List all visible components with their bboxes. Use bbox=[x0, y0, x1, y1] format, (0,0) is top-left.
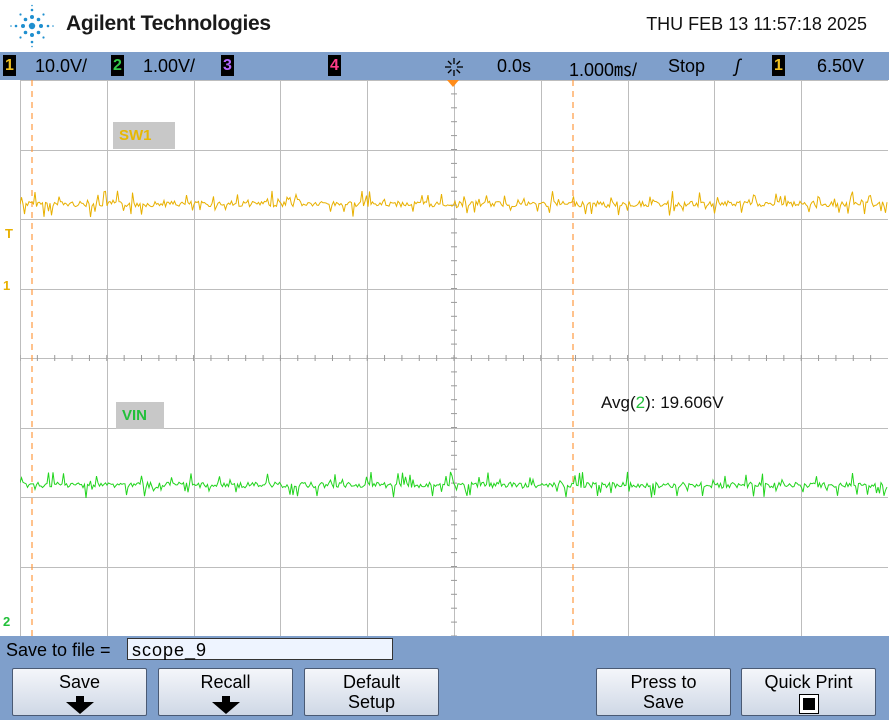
sw1-trace bbox=[20, 190, 888, 218]
channel-4-badge[interactable]: 4 bbox=[328, 55, 341, 76]
run-state: Stop bbox=[668, 56, 706, 76]
save-to-file-label: Save to file = bbox=[6, 640, 111, 660]
trigger-level: 6.50V bbox=[817, 56, 865, 76]
press-to-save-line2: Save bbox=[642, 692, 685, 712]
date-time: THU FEB 13 11:57:18 2025 bbox=[646, 14, 867, 34]
channel-1-ground-marker: 1 bbox=[3, 278, 11, 293]
status-bar: 1 10.0V/ 2 1.00V/ 3 4 0.0s 1.000㎳/ Stop … bbox=[0, 52, 889, 80]
header-bar: Agilent Technologies THU FEB 13 11:57:18… bbox=[0, 0, 889, 52]
channel-2-scale: 1.00V/ bbox=[143, 56, 196, 76]
filename-field[interactable]: scope_9 bbox=[127, 638, 393, 660]
save-button[interactable]: Save bbox=[12, 668, 147, 716]
softkey-panel: Save to file = scope_9 Save Recall Defau… bbox=[0, 636, 889, 720]
trigger-level-marker: T bbox=[5, 226, 13, 241]
waveform-display[interactable]: SW1 VIN bbox=[20, 80, 888, 636]
recall-button[interactable]: Recall bbox=[158, 668, 293, 716]
default-setup-line2: Setup bbox=[347, 692, 396, 712]
recall-down-arrow-icon bbox=[211, 702, 240, 714]
trigger-slope-icon: ʃ bbox=[735, 56, 741, 76]
default-setup-line1: Default bbox=[342, 672, 401, 692]
press-to-save-line1: Press to bbox=[630, 672, 697, 692]
acquisition-sparkle-icon bbox=[445, 58, 463, 76]
channel-3-badge[interactable]: 3 bbox=[221, 55, 234, 76]
save-down-arrow-icon bbox=[65, 702, 94, 714]
press-to-save-button[interactable]: Press to Save bbox=[596, 668, 731, 716]
trigger-position-marker bbox=[447, 80, 459, 87]
channel-2-ground-marker: 2 bbox=[3, 614, 11, 629]
meas-channel: 2 bbox=[635, 393, 646, 412]
vin-trace bbox=[20, 471, 888, 498]
quick-print-button[interactable]: Quick Print bbox=[741, 668, 876, 716]
average-measurement: Avg(2): 19.606V bbox=[601, 393, 724, 413]
print-stop-icon bbox=[798, 694, 819, 714]
save-button-label: Save bbox=[58, 672, 101, 692]
vin-label: VIN bbox=[116, 402, 164, 429]
channel-1-scale: 10.0V/ bbox=[35, 56, 88, 76]
quick-print-label: Quick Print bbox=[764, 672, 853, 692]
meas-value: ): 19.606V bbox=[645, 393, 724, 412]
time-scale: 1.000㎳/ bbox=[569, 60, 638, 80]
meas-prefix: Avg( bbox=[601, 393, 636, 412]
channel-2-badge[interactable]: 2 bbox=[111, 55, 124, 76]
default-setup-button[interactable]: Default Setup bbox=[304, 668, 439, 716]
trigger-source-badge: 1 bbox=[772, 55, 785, 76]
sw1-label: SW1 bbox=[113, 122, 175, 149]
channel-1-badge[interactable]: 1 bbox=[3, 55, 16, 76]
graticule bbox=[20, 80, 888, 636]
brand-title: Agilent Technologies bbox=[66, 12, 271, 35]
recall-button-label: Recall bbox=[200, 672, 251, 692]
time-delay: 0.0s bbox=[497, 56, 532, 76]
agilent-logo-icon bbox=[10, 4, 54, 48]
